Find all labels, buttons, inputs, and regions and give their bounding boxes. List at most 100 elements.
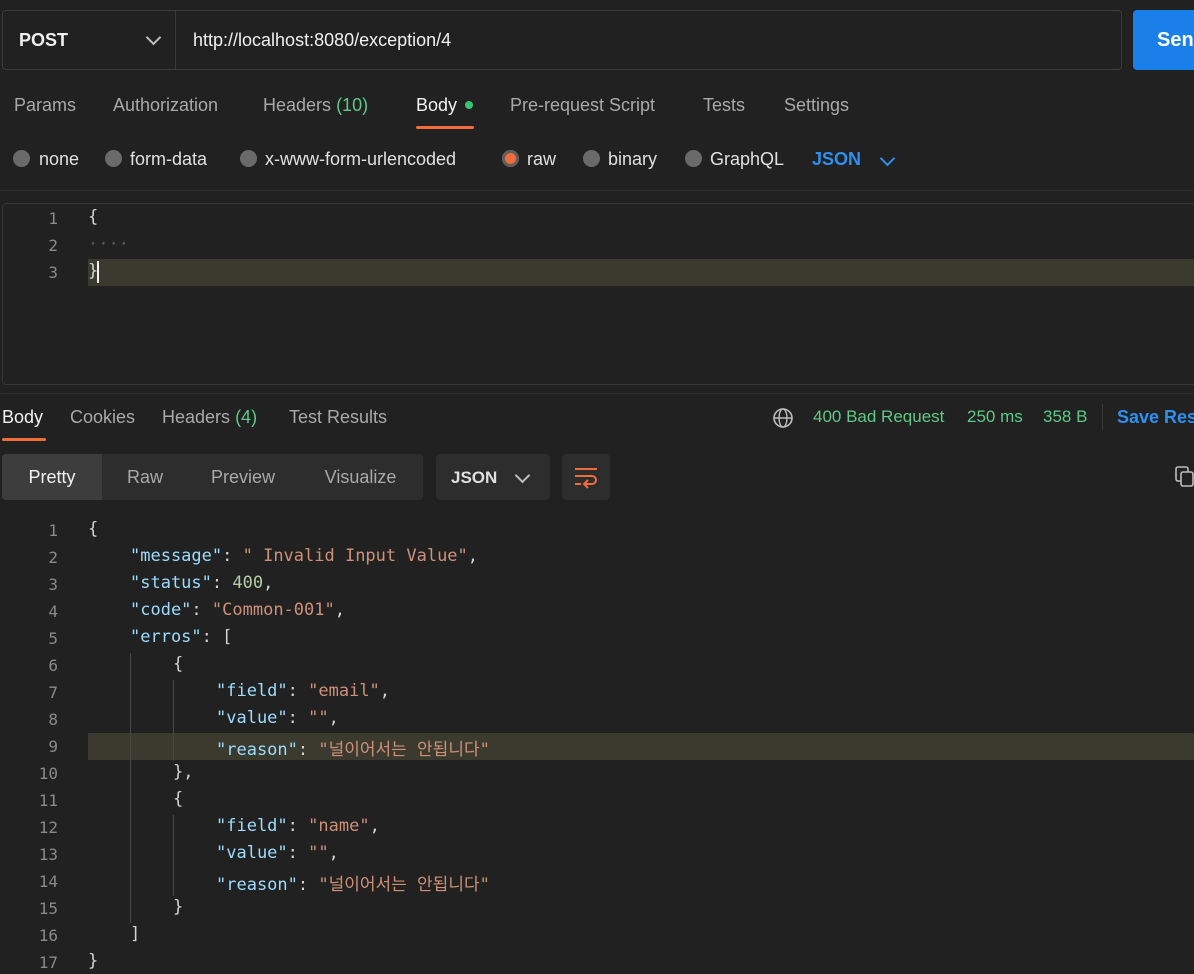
json-string: "name" xyxy=(308,816,370,836)
json-string: " Invalid Input Value" xyxy=(242,546,468,566)
json-key: "field" xyxy=(216,681,288,701)
radio-raw-label: raw xyxy=(527,149,557,169)
json-key: "reason" xyxy=(216,875,298,895)
code-line: "reason": "널이어서는 안됩니다" xyxy=(216,875,490,895)
code-line: "reason": "널이어서는 안됩니다" xyxy=(216,740,490,760)
json-string: "널이어서는 안됩니다" xyxy=(318,875,490,895)
indent-guide xyxy=(130,653,131,923)
code-line: "status": 400, xyxy=(130,573,274,593)
response-format-select[interactable]: JSON xyxy=(436,454,550,500)
indent-guide xyxy=(173,680,174,761)
code-line: { xyxy=(173,654,184,674)
globe-icon[interactable] xyxy=(772,407,794,429)
radio-binary[interactable] xyxy=(583,150,600,167)
radio-none[interactable] xyxy=(13,150,30,167)
divider xyxy=(0,393,1194,394)
status-code[interactable]: 400 Bad Request xyxy=(813,407,944,427)
tab-tests[interactable]: Tests xyxy=(703,95,745,116)
code-line: "message": " Invalid Input Value", xyxy=(130,546,479,566)
current-line-highlight xyxy=(88,259,1194,286)
radio-urlencoded[interactable] xyxy=(240,150,257,167)
chevron-down-icon[interactable] xyxy=(879,150,896,167)
tab-headers[interactable]: Headers (10) xyxy=(263,95,368,116)
send-button[interactable]: Sen xyxy=(1133,10,1194,70)
code-line: ] xyxy=(130,924,141,944)
line-number: 11 xyxy=(38,791,58,810)
line-number: 16 xyxy=(38,926,58,945)
json-key: "reason" xyxy=(216,740,298,760)
code-line: "code": "Common-001", xyxy=(130,600,345,620)
mode-preview[interactable]: Preview xyxy=(188,454,298,500)
url-input[interactable]: http://localhost:8080/exception/4 xyxy=(193,30,451,51)
response-tab-headers-label: Headers xyxy=(162,407,231,427)
response-tab-headers[interactable]: Headers (4) xyxy=(162,407,257,428)
json-string: "Common-001" xyxy=(211,600,335,620)
json-string: "" xyxy=(308,843,329,863)
tab-params[interactable]: Params xyxy=(14,95,76,116)
response-format-label: JSON xyxy=(451,468,498,487)
body-format-select[interactable]: JSON xyxy=(812,149,861,170)
radio-graphql[interactable] xyxy=(685,150,702,167)
json-key: "code" xyxy=(130,600,192,620)
request-body-editor[interactable] xyxy=(2,203,1194,385)
line-number: 15 xyxy=(38,899,58,918)
line-number: 7 xyxy=(48,683,58,702)
line-number: 1 xyxy=(48,209,58,228)
response-tab-body[interactable]: Body xyxy=(2,407,43,428)
code-line: } xyxy=(88,951,99,971)
radio-raw[interactable] xyxy=(502,150,519,167)
mode-visualize[interactable]: Visualize xyxy=(298,454,423,500)
line-number: 14 xyxy=(38,872,58,891)
save-response-button[interactable]: Save Res xyxy=(1117,407,1194,428)
code-line: "field": "name", xyxy=(216,816,380,836)
response-size[interactable]: 358 B xyxy=(1043,407,1087,427)
line-number: 3 xyxy=(48,263,58,282)
tab-settings[interactable]: Settings xyxy=(784,95,849,116)
radio-binary-label: binary xyxy=(608,149,658,169)
json-key: "erros" xyxy=(130,627,202,647)
method-select[interactable]: POST xyxy=(3,11,176,69)
radio-form-data[interactable] xyxy=(105,150,122,167)
chevron-down-icon xyxy=(145,29,162,46)
line-number: 2 xyxy=(48,236,58,255)
json-string: "email" xyxy=(308,681,380,701)
mode-pretty[interactable]: Pretty xyxy=(2,454,102,500)
json-string: "" xyxy=(308,708,329,728)
tab-authorization[interactable]: Authorization xyxy=(113,95,218,116)
json-number: 400 xyxy=(232,573,264,593)
wrap-lines-icon xyxy=(575,468,597,489)
wrap-lines-button[interactable] xyxy=(562,454,610,500)
code-line: } xyxy=(173,897,184,917)
line-number: 13 xyxy=(38,845,58,864)
radio-form-data-label: form-data xyxy=(130,149,208,169)
response-tab-headers-count: (4) xyxy=(235,407,258,427)
response-tab-test-results[interactable]: Test Results xyxy=(289,407,387,428)
mode-raw[interactable]: Raw xyxy=(102,454,188,500)
json-key: "message" xyxy=(130,546,223,566)
code-line: }, xyxy=(173,762,194,782)
chevron-down-icon xyxy=(514,467,531,484)
method-label: POST xyxy=(19,30,69,50)
divider xyxy=(0,190,1194,191)
line-number: 9 xyxy=(48,737,58,756)
line-number: 1 xyxy=(48,521,58,540)
radio-graphql-label: GraphQL xyxy=(710,149,785,169)
line-number: 4 xyxy=(48,602,58,621)
response-tab-cookies[interactable]: Cookies xyxy=(70,407,135,428)
code-line: { xyxy=(88,519,99,539)
code-line-whitespace: ···· xyxy=(88,234,129,254)
tab-pre-request-script[interactable]: Pre-request Script xyxy=(510,95,655,116)
request-url-bar: POST http://localhost:8080/exception/4 xyxy=(2,10,1122,70)
copy-icon[interactable] xyxy=(1175,466,1194,488)
indent-guide xyxy=(173,815,174,896)
code-line: { xyxy=(173,789,184,809)
line-number: 8 xyxy=(48,710,58,729)
text-cursor xyxy=(97,261,99,283)
active-tab-underline xyxy=(2,438,46,441)
code-line: { xyxy=(88,207,99,227)
response-time[interactable]: 250 ms xyxy=(967,407,1023,427)
tab-headers-label: Headers xyxy=(263,95,332,115)
divider xyxy=(1102,404,1103,430)
tab-body[interactable]: Body xyxy=(416,95,457,116)
code-line: "erros": [ xyxy=(130,627,233,647)
